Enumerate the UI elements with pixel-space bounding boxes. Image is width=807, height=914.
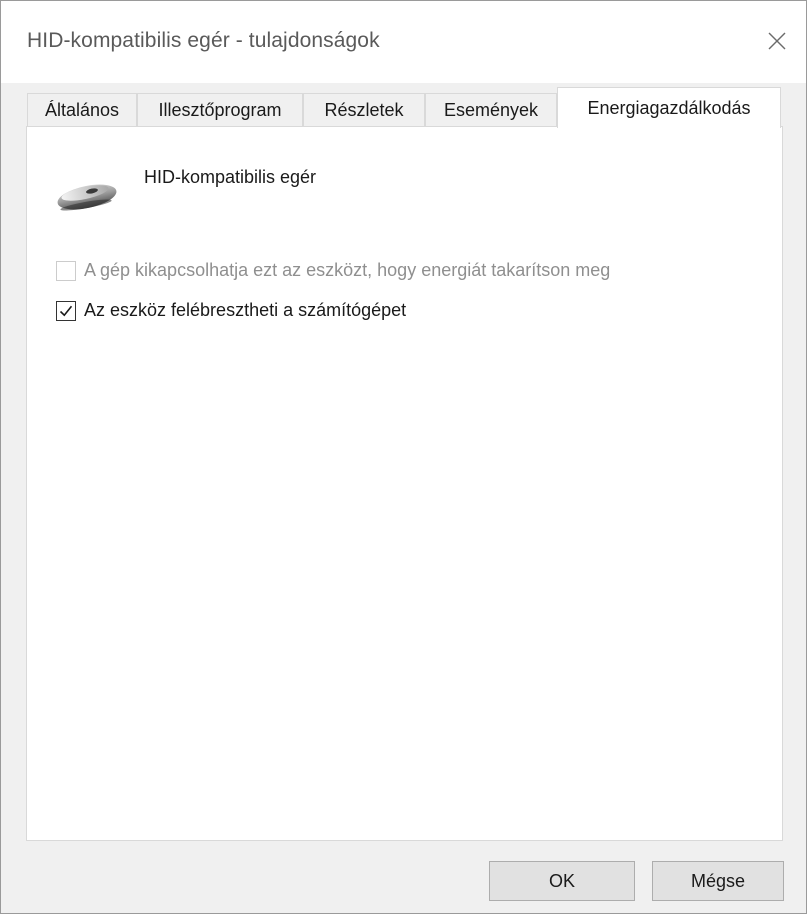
allow-wake-checkbox[interactable]: [56, 300, 76, 321]
device-name: HID-kompatibilis egér: [144, 167, 317, 187]
properties-dialog: HID-kompatibilis egér - tulajdonságok Ál…: [0, 0, 807, 914]
tab-events[interactable]: Események: [425, 93, 557, 127]
tab-details[interactable]: Részletek: [303, 93, 425, 127]
tab-strip: Általános Illesztőprogram Részletek Esem…: [27, 87, 787, 128]
allow-turn-off-checkbox[interactable]: [56, 260, 76, 281]
tab-general[interactable]: Általános: [27, 93, 137, 127]
window-title: HID-kompatibilis egér - tulajdonságok: [27, 29, 380, 52]
tab-driver[interactable]: Illesztőprogram: [137, 93, 303, 127]
option-allow-turn-off: A gép kikapcsolhatja ezt az eszközt, hog…: [56, 260, 610, 281]
tab-panel-power-management: HID-kompatibilis egér A gép kikapcsolhat…: [26, 126, 783, 841]
close-icon: [768, 32, 786, 50]
allow-turn-off-label: A gép kikapcsolhatja ezt az eszközt, hog…: [84, 260, 611, 280]
checkmark-icon: [59, 305, 73, 316]
option-allow-wake: Az eszköz felébresztheti a számítógépet: [56, 300, 406, 321]
allow-wake-label: Az eszköz felébresztheti a számítógépet: [84, 300, 407, 320]
ok-button[interactable]: OK: [489, 861, 635, 901]
tab-power-management[interactable]: Energiagazdálkodás: [557, 87, 781, 128]
close-button[interactable]: [748, 15, 806, 67]
mouse-icon: [57, 184, 117, 211]
cancel-button[interactable]: Mégse: [652, 861, 784, 901]
title-bar: HID-kompatibilis egér - tulajdonságok: [1, 1, 806, 83]
